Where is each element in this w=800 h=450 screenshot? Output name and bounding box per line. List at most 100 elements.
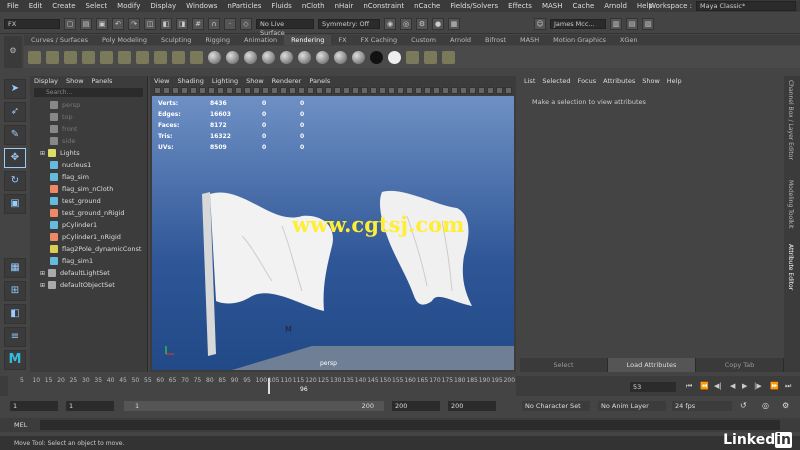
viewport-tool-icon[interactable] (163, 87, 170, 94)
menu-create[interactable]: Create (52, 2, 75, 10)
outliner-item[interactable]: nucleus1 (30, 159, 147, 171)
render-settings-shelf-icon[interactable] (442, 50, 455, 64)
viewport-menu-renderer[interactable]: Renderer (272, 77, 302, 85)
menu-fluids[interactable]: Fluids (271, 2, 291, 10)
viewport-tool-icon[interactable] (415, 87, 422, 94)
menu-set-dropdown[interactable]: FX (4, 18, 60, 29)
command-input[interactable] (40, 420, 780, 430)
area-light-icon[interactable] (100, 50, 113, 64)
snap-grid-icon[interactable]: # (192, 17, 204, 30)
scale-tool-icon[interactable]: ▣ (4, 194, 26, 214)
viewport-tool-icon[interactable] (307, 87, 314, 94)
shelf-tab-arnold[interactable]: Arnold (443, 35, 478, 45)
outliner-item[interactable]: pCylinder1_nRigid (30, 231, 147, 243)
outliner-item[interactable]: test_ground_nRigid (30, 207, 147, 219)
animation-end-field[interactable]: 200 (448, 401, 496, 411)
persp-outliner-layout-icon[interactable]: ◧ (4, 304, 26, 324)
outliner-menu-display[interactable]: Display (34, 77, 58, 85)
viewport-menu-view[interactable]: View (154, 77, 169, 85)
attr-select-button[interactable]: Select (520, 358, 608, 372)
outliner-item[interactable]: flag_sim1 (30, 255, 147, 267)
ipr-icon[interactable] (424, 50, 437, 64)
outliner-item[interactable]: flag_sim_nCloth (30, 183, 147, 195)
play-backward-icon[interactable]: ◀ (730, 382, 735, 390)
sign-in-icon[interactable]: ☺ (534, 17, 546, 30)
shelf-tab-rigging[interactable]: Rigging (198, 35, 237, 45)
viewport-tool-icon[interactable] (352, 87, 359, 94)
go-to-end-icon[interactable]: ⏭ (785, 382, 791, 391)
current-frame-field[interactable]: 53 (630, 382, 676, 392)
outliner-item[interactable]: flag2Pole_dynamicConst (30, 243, 147, 255)
outliner-item[interactable]: persp (30, 99, 147, 111)
viewport-tool-icon[interactable] (154, 87, 161, 94)
hypershade-icon[interactable]: ● (432, 17, 444, 30)
new-scene-icon[interactable]: ▢ (64, 17, 76, 30)
viewport-menu-lighting[interactable]: Lighting (212, 77, 238, 85)
modeling-toolkit-icon[interactable]: ▥ (610, 17, 622, 30)
save-scene-icon[interactable]: ▣ (96, 17, 108, 30)
layered-shader-icon[interactable] (298, 50, 311, 64)
character-set-dropdown[interactable]: No Character Set (522, 401, 590, 411)
shadow-matte-icon[interactable] (370, 50, 383, 64)
viewport-tool-icon[interactable] (334, 87, 341, 94)
viewport-tool-icon[interactable] (190, 87, 197, 94)
select-object-icon[interactable]: ◧ (160, 17, 172, 30)
attr-copy-tab-button[interactable]: Copy Tab (696, 358, 784, 372)
play-forward-icon[interactable]: ▶ (742, 382, 747, 390)
viewport-tool-icon[interactable] (451, 87, 458, 94)
anisotropic-shader-icon[interactable] (280, 50, 293, 64)
side-tab-attribute-editor[interactable]: Attribute Editor (787, 244, 794, 290)
outliner-search-input[interactable]: Search... (34, 88, 143, 97)
white-shader-icon[interactable] (388, 50, 401, 64)
menu-modify[interactable]: Modify (117, 2, 140, 10)
step-forward-key-icon[interactable]: ⏩ (770, 382, 779, 390)
menu-windows[interactable]: Windows (186, 2, 217, 10)
render-current-frame-icon[interactable] (406, 50, 419, 64)
shelf-tab-bifrost[interactable]: Bifrost (478, 35, 513, 45)
shelf-tab-custom[interactable]: Custom (404, 35, 443, 45)
select-hierarchy-icon[interactable]: ◫ (144, 17, 156, 30)
viewport-tool-icon[interactable] (262, 87, 269, 94)
viewport-tool-icon[interactable] (244, 87, 251, 94)
menu-cache[interactable]: Cache (572, 2, 594, 10)
viewport-tool-icon[interactable] (406, 87, 413, 94)
viewport-tool-icon[interactable] (235, 87, 242, 94)
outliner-menu-show[interactable]: Show (66, 77, 84, 85)
snap-surface-icon[interactable]: ◇ (240, 17, 252, 30)
viewport-tool-icon[interactable] (199, 87, 206, 94)
shelf-tab-curvessurfaces[interactable]: Curves / Surfaces (24, 35, 95, 45)
outliner-item[interactable]: ⊞ defaultLightSet (30, 267, 147, 279)
viewport-scene[interactable]: Verts: 8436 0 0 Edges: 16603 0 0 Faces: 8172 0 0 Tri… (152, 96, 514, 370)
shelf-tab-rendering[interactable]: Rendering (284, 35, 332, 45)
step-forward-frame-icon[interactable]: |▶ (754, 382, 762, 390)
anim-layer-dropdown[interactable]: No Anim Layer (598, 401, 666, 411)
surface-shader-icon[interactable] (316, 50, 329, 64)
playback-range-bar[interactable]: 1 200 (124, 401, 384, 411)
step-back-frame-icon[interactable]: ◀| (714, 382, 722, 390)
expand-toggle-icon[interactable]: ⊞ (40, 282, 45, 289)
spot-light-icon[interactable] (82, 50, 95, 64)
playback-start-field[interactable]: 1 (66, 401, 114, 411)
outliner-item[interactable]: pCylinder1 (30, 219, 147, 231)
outliner-item[interactable]: ⊞ defaultObjectSet (30, 279, 147, 291)
viewport-tool-icon[interactable] (172, 87, 179, 94)
channel-box-icon[interactable]: ▤ (626, 17, 638, 30)
viewport-tool-icon[interactable] (442, 87, 449, 94)
outliner-item[interactable]: test_ground (30, 195, 147, 207)
phong-e-shader-icon[interactable] (262, 50, 275, 64)
viewport-tool-icon[interactable] (343, 87, 350, 94)
outliner-menu-panels[interactable]: Panels (92, 77, 113, 85)
viewport-menu-shading[interactable]: Shading (177, 77, 203, 85)
live-surface-dropdown[interactable]: No Live Surface (256, 18, 314, 37)
symmetry-dropdown[interactable]: Symmetry: Off (318, 18, 380, 29)
attribute-editor-icon[interactable]: ▧ (642, 17, 654, 30)
create-camera-icon[interactable] (28, 50, 41, 64)
command-language-label[interactable]: MEL (14, 421, 27, 429)
lasso-tool-icon[interactable]: ➶ (4, 102, 26, 122)
viewport-tool-icon[interactable] (325, 87, 332, 94)
viewport-tool-icon[interactable] (424, 87, 431, 94)
volume-light-icon[interactable] (118, 50, 131, 64)
step-back-key-icon[interactable]: ⏪ (700, 382, 709, 390)
rotate-tool-icon[interactable]: ↻ (4, 171, 26, 191)
menu-select[interactable]: Select (86, 2, 108, 10)
